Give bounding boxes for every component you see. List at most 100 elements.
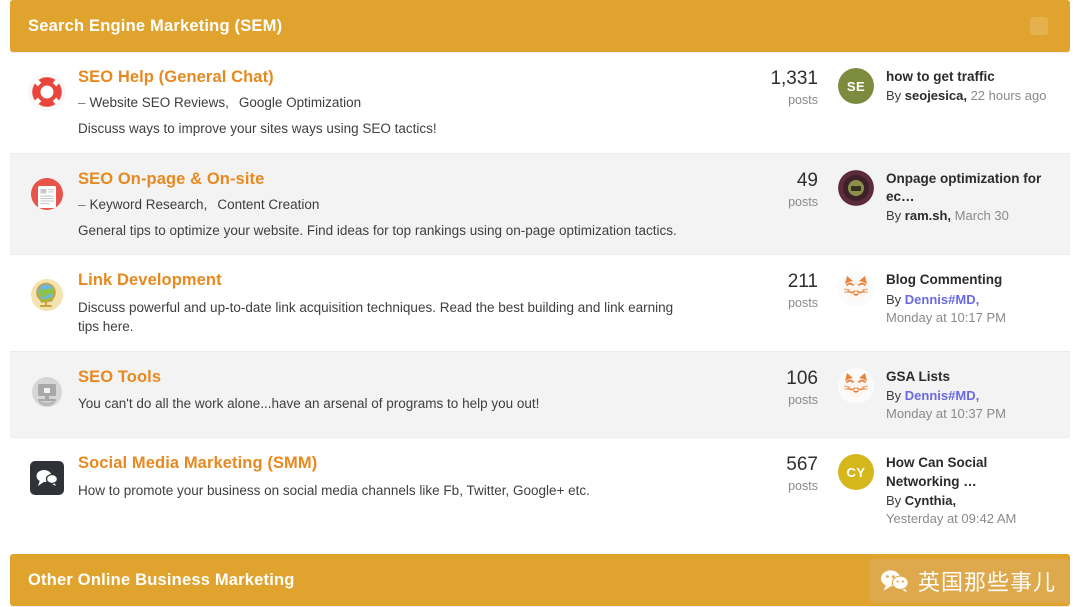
last-post[interactable]: CY How Can Social Networking … By Cynthi…	[824, 452, 1060, 528]
collapse-box-icon[interactable]	[1030, 17, 1048, 35]
forum-icon-cell	[16, 168, 78, 214]
globe-icon	[31, 279, 63, 312]
forum-stats: 49 posts	[732, 168, 824, 209]
document-circle-icon	[31, 177, 63, 210]
post-count: 567	[786, 454, 818, 476]
forum-description: How to promote your business on social m…	[78, 482, 590, 498]
forum-category-listing: Search Engine Marketing (SEM) SEO Help (…	[0, 0, 1080, 607]
avatar[interactable]: SE	[838, 68, 874, 104]
last-post-info: Blog Commenting By Dennis#MD, Monday at …	[886, 271, 1060, 327]
post-count-label: posts	[788, 392, 818, 407]
avatar[interactable]	[838, 169, 874, 206]
last-post-time: Monday at 10:37 PM	[886, 406, 1006, 422]
forum-description: General tips to optimize your website. F…	[78, 222, 677, 238]
last-post-info: How Can Social Networking … By Cynthia, …	[886, 454, 1060, 528]
last-post-meta: By ram.sh, March 30	[886, 207, 1060, 225]
forum-icon-cell	[16, 66, 78, 112]
subforum-list: – Keyword Research, Content Creation	[78, 196, 714, 215]
forum-info: Social Media Marketing (SMM) How to prom…	[78, 452, 732, 500]
last-post-author-link[interactable]: Cynthia,	[905, 493, 956, 508]
forum-title-link[interactable]: SEO On-page & On-site	[78, 168, 714, 190]
forum-description: Discuss powerful and up-to-date link acq…	[78, 299, 674, 335]
category-title: Other Online Business Marketing	[28, 570, 295, 589]
forum-stats: 1,331 posts	[732, 66, 824, 107]
cat-avatar-icon	[838, 271, 874, 308]
last-post-title-link[interactable]: Onpage optimization for ec…	[886, 170, 1060, 206]
forum-stats: 567 posts	[732, 452, 824, 493]
post-count: 49	[796, 169, 818, 191]
post-count-label: posts	[788, 92, 818, 107]
post-count: 106	[786, 367, 818, 389]
last-post-meta: By Dennis#MD, Monday at 10:17 PM	[886, 291, 1060, 327]
subforum-dash: –	[78, 196, 86, 212]
by-label: By	[886, 208, 902, 224]
post-count-label: posts	[788, 479, 818, 494]
forum-icon-cell	[16, 452, 78, 498]
last-post[interactable]: GSA Lists By Dennis#MD, Monday at 10:37 …	[824, 366, 1060, 424]
subforum-link[interactable]: Google Optimization	[239, 95, 361, 110]
monitor-icon	[32, 376, 62, 407]
subforum-list: – Website SEO Reviews, Google Optimization	[78, 94, 714, 113]
forum-description: You can't do all the work alone...have a…	[78, 396, 540, 412]
forum-row[interactable]: Social Media Marketing (SMM) How to prom…	[10, 438, 1070, 543]
forum-row[interactable]: SEO Help (General Chat) – Website SEO Rev…	[10, 52, 1070, 154]
last-post-info: how to get traffic By seojesica, 22 hour…	[886, 68, 1060, 105]
speech-bubbles-icon	[30, 461, 64, 496]
forum-title-link[interactable]: SEO Help (General Chat)	[78, 66, 714, 88]
forum-info: Link Development Discuss powerful and up…	[78, 269, 732, 336]
last-post-author-link[interactable]: seojesica,	[905, 88, 967, 103]
forum-info: SEO On-page & On-site – Keyword Research,…	[78, 168, 732, 241]
last-post[interactable]: Onpage optimization for ec… By ram.sh, M…	[824, 168, 1060, 226]
last-post-meta: By Cynthia, Yesterday at 09:42 AM	[886, 492, 1060, 528]
last-post-time: Monday at 10:17 PM	[886, 309, 1006, 325]
last-post-info: GSA Lists By Dennis#MD, Monday at 10:37 …	[886, 368, 1060, 424]
last-post-info: Onpage optimization for ec… By ram.sh, M…	[886, 170, 1060, 226]
avatar[interactable]	[838, 367, 874, 404]
forum-title-link[interactable]: Social Media Marketing (SMM)	[78, 452, 714, 474]
last-post[interactable]: SE how to get traffic By seojesica, 22 h…	[824, 66, 1060, 105]
avatar[interactable]: CY	[838, 454, 874, 491]
last-post-author-link[interactable]: ram.sh,	[905, 208, 951, 223]
last-post-time: March 30	[954, 208, 1009, 224]
by-label: By	[886, 88, 902, 104]
last-post-title-link[interactable]: how to get traffic	[886, 68, 1060, 86]
subforum-link[interactable]: Keyword Research,	[90, 197, 208, 212]
forum-row[interactable]: SEO On-page & On-site – Keyword Research,…	[10, 153, 1070, 256]
last-post-time: 22 hours ago	[970, 88, 1047, 104]
last-post-title-link[interactable]: GSA Lists	[886, 368, 1060, 386]
last-post-author-link[interactable]: Dennis#MD,	[905, 292, 979, 307]
watermark-text: 英国那些事儿	[917, 571, 1056, 596]
forum-title-link[interactable]: SEO Tools	[78, 366, 714, 388]
subforum-link[interactable]: Website SEO Reviews,	[90, 95, 229, 110]
by-label: By	[886, 388, 902, 404]
cat-avatar-icon	[838, 367, 874, 404]
subforum-dash: –	[78, 95, 86, 111]
badge-avatar-icon	[838, 169, 874, 206]
forum-stats: 211 posts	[732, 269, 824, 310]
subforum-link[interactable]: Content Creation	[217, 197, 319, 212]
last-post-time: Yesterday at 09:42 AM	[886, 511, 1017, 527]
last-post-title-link[interactable]: How Can Social Networking …	[886, 454, 1060, 490]
forum-list: SEO Help (General Chat) – Website SEO Rev…	[10, 52, 1070, 543]
forum-icon-cell	[16, 269, 78, 315]
lifebuoy-icon	[28, 73, 66, 111]
last-post-author-link[interactable]: Dennis#MD,	[905, 388, 979, 403]
last-post-meta: By Dennis#MD, Monday at 10:37 PM	[886, 387, 1060, 423]
post-count-label: posts	[788, 296, 818, 311]
post-count-label: posts	[788, 194, 818, 209]
wechat-icon	[880, 570, 909, 593]
avatar[interactable]	[838, 271, 874, 308]
forum-description: Discuss ways to improve your sites ways …	[78, 121, 437, 137]
category-header-sem[interactable]: Search Engine Marketing (SEM)	[10, 0, 1070, 52]
last-post-title-link[interactable]: Blog Commenting	[886, 271, 1060, 289]
post-count: 1,331	[770, 68, 818, 89]
forum-row[interactable]: Link Development Discuss powerful and up…	[10, 255, 1070, 352]
last-post[interactable]: Blog Commenting By Dennis#MD, Monday at …	[824, 269, 1060, 327]
forum-row[interactable]: SEO Tools You can't do all the work alon…	[10, 351, 1070, 439]
forum-icon-cell	[16, 366, 78, 412]
post-count: 211	[787, 271, 818, 293]
category-title: Search Engine Marketing (SEM)	[28, 16, 283, 35]
by-label: By	[886, 291, 902, 307]
forum-title-link[interactable]: Link Development	[78, 269, 714, 291]
